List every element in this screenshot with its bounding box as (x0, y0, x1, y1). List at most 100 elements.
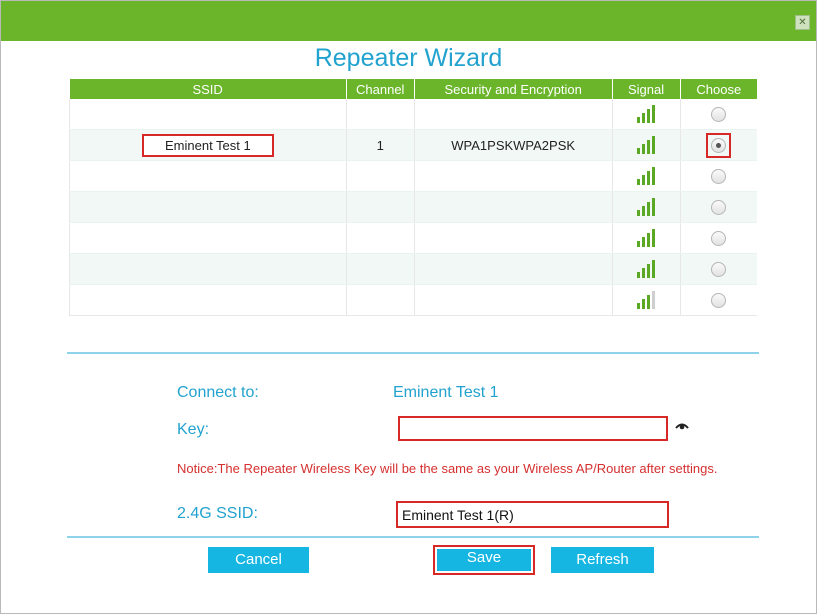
signal-cell (612, 284, 681, 316)
title-bar: ✕ (1, 1, 816, 41)
choose-cell (680, 129, 757, 161)
table-row[interactable] (69, 222, 757, 254)
divider (67, 536, 759, 538)
notice-text: Notice:The Repeater Wireless Key will be… (177, 461, 718, 476)
eye-icon[interactable] (675, 418, 689, 436)
signal-bar (637, 241, 641, 247)
column-header-ssid: SSID (69, 79, 347, 99)
ssid-cell (69, 284, 347, 316)
signal-cell (612, 191, 681, 223)
signal-bar (647, 233, 651, 247)
signal-bar (642, 113, 646, 123)
channel-cell (346, 191, 415, 223)
signal-bar (647, 202, 651, 216)
choose-cell (680, 191, 757, 223)
signal-bar (642, 206, 646, 216)
signal-bar (637, 179, 641, 185)
security-cell (414, 191, 613, 223)
security-cell (414, 222, 613, 254)
security-cell (414, 253, 613, 285)
ap-list-table: SSID Channel Security and Encryption Sig… (69, 79, 757, 316)
column-header-channel: Channel (346, 79, 415, 99)
table-row[interactable] (69, 191, 757, 223)
channel-cell (346, 253, 415, 285)
channel-cell (346, 284, 415, 316)
signal-bar (637, 303, 641, 309)
signal-bar (647, 295, 651, 309)
signal-cell (612, 160, 681, 192)
channel-cell (346, 99, 415, 130)
choose-cell (680, 284, 757, 316)
signal-strength-icon (637, 291, 656, 309)
signal-bar (637, 117, 641, 123)
signal-bar (652, 105, 656, 123)
signal-strength-icon (637, 260, 656, 278)
table-row[interactable] (69, 253, 757, 285)
table-row[interactable] (69, 160, 757, 192)
choose-radio[interactable] (711, 231, 727, 247)
close-icon[interactable]: ✕ (795, 15, 810, 30)
choose-radio[interactable] (711, 293, 727, 309)
choose-radio[interactable] (711, 107, 727, 123)
refresh-button[interactable]: Refresh (551, 547, 654, 573)
ssid-cell: Eminent Test 1 (69, 129, 347, 161)
signal-bar (652, 291, 656, 309)
ssid-value: Eminent Test 1 (141, 133, 274, 157)
table-row[interactable]: Eminent Test 1 1 WPA1PSKWPA2PSK (69, 129, 757, 161)
ssid-cell (69, 253, 347, 285)
signal-bar (642, 299, 646, 309)
signal-strength-icon (637, 105, 656, 123)
divider (67, 352, 759, 354)
signal-cell (612, 222, 681, 254)
save-button[interactable]: Save (433, 545, 535, 575)
security-cell: WPA1PSKWPA2PSK (414, 129, 613, 161)
signal-bar (647, 140, 651, 154)
column-header-choose: Choose (680, 79, 757, 99)
ssid-label: 2.4G SSID: (177, 505, 258, 522)
ssid-cell (69, 191, 347, 223)
table-row[interactable] (69, 284, 757, 316)
signal-bar (652, 260, 656, 278)
column-header-security: Security and Encryption (414, 79, 613, 99)
choose-cell (680, 222, 757, 254)
signal-bar (637, 148, 641, 154)
signal-bar (642, 175, 646, 185)
signal-cell (612, 99, 681, 130)
signal-cell (612, 253, 681, 285)
signal-bar (637, 210, 641, 216)
channel-cell (346, 160, 415, 192)
ssid-cell (69, 222, 347, 254)
signal-bar (652, 167, 656, 185)
security-cell (414, 160, 613, 192)
signal-strength-icon (637, 229, 656, 247)
signal-cell (612, 129, 681, 161)
choose-cell (680, 99, 757, 130)
table-row[interactable] (69, 99, 757, 130)
signal-strength-icon (637, 167, 656, 185)
ssid-input[interactable] (396, 501, 669, 528)
page-title: Repeater Wizard (314, 44, 503, 72)
security-cell (414, 284, 613, 316)
connect-to-value: Eminent Test 1 (393, 384, 499, 401)
signal-bar (652, 198, 656, 216)
signal-bar (637, 272, 641, 278)
choose-radio[interactable] (711, 262, 727, 278)
choose-radio[interactable] (711, 169, 727, 185)
signal-strength-icon (637, 136, 656, 154)
repeater-wizard-dialog: ✕ Repeater Wizard SSID Channel Security … (0, 0, 817, 614)
column-header-signal: Signal (612, 79, 681, 99)
channel-cell (346, 222, 415, 254)
signal-bar (642, 268, 646, 278)
signal-bar (647, 109, 651, 123)
security-cell (414, 99, 613, 130)
signal-bar (642, 237, 646, 247)
channel-cell: 1 (346, 129, 415, 161)
key-input[interactable] (398, 416, 668, 441)
choose-radio[interactable] (711, 137, 727, 153)
choose-radio[interactable] (711, 200, 727, 216)
connect-to-label: Connect to: (177, 384, 259, 401)
signal-strength-icon (637, 198, 656, 216)
cancel-button[interactable]: Cancel (208, 547, 309, 573)
ssid-cell (69, 160, 347, 192)
choose-cell (680, 160, 757, 192)
